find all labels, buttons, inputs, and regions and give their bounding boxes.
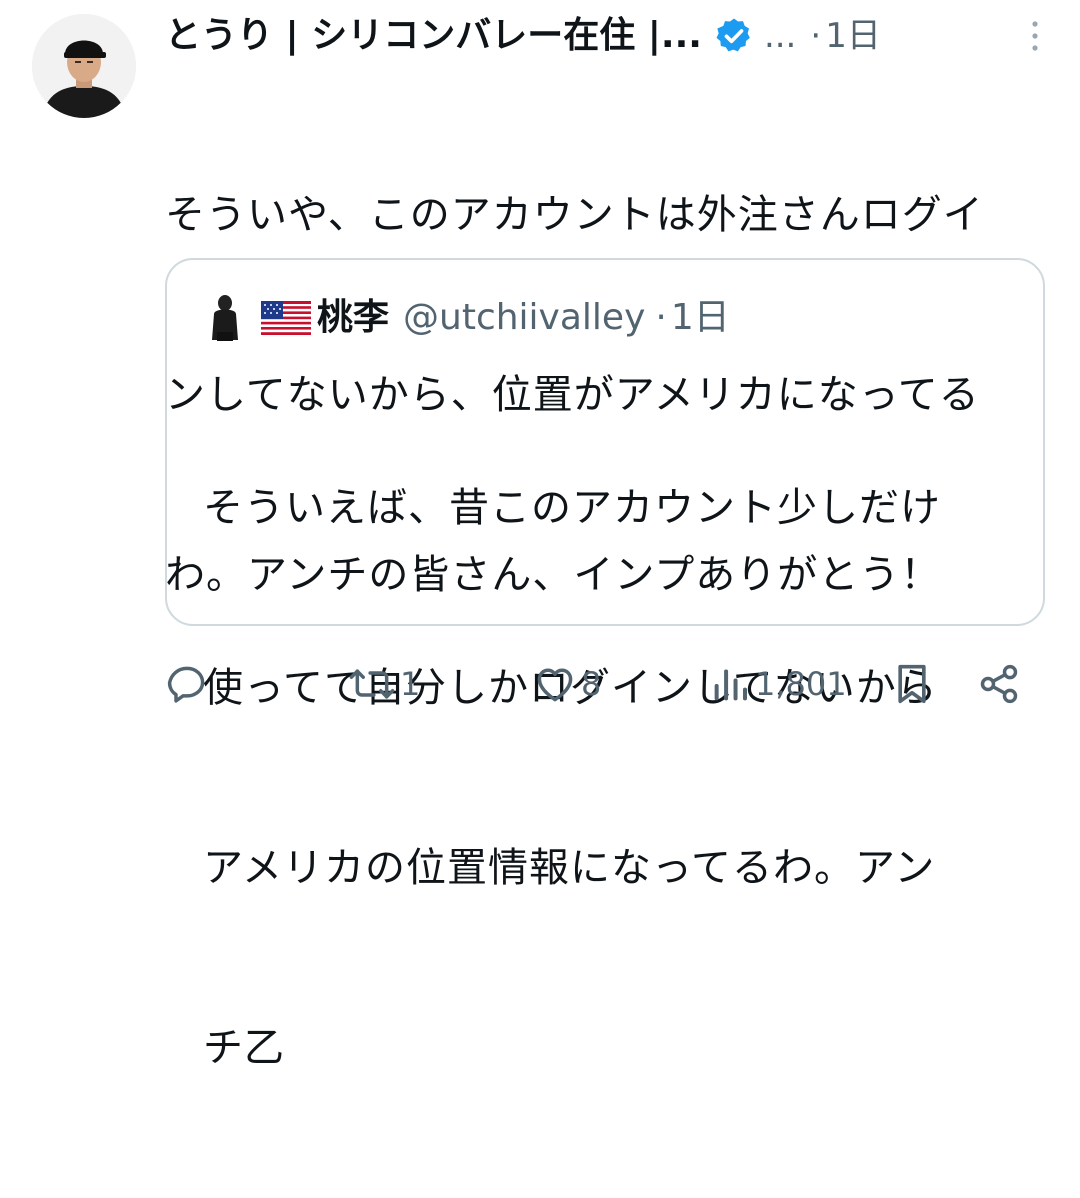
quote-time[interactable]: 1日 — [671, 294, 730, 342]
quote-text-line: そういえば、昔このアカウント少しだけ — [203, 485, 941, 531]
share-icon — [980, 664, 1018, 704]
quote-time-separator: · — [655, 297, 667, 338]
heart-icon — [537, 668, 573, 702]
bookmark-icon — [898, 664, 926, 704]
like-button[interactable]: 8 — [533, 654, 601, 714]
user-avatar-icon — [32, 14, 136, 118]
quote-author-handle[interactable]: @utchiivalley — [403, 294, 645, 342]
tweet-header: とうり | シリコンバレー在住 |... ... · 1日 — [165, 12, 1045, 60]
tweet-text-line: そういや、このアカウントは外注さんログイ — [165, 192, 984, 238]
views-count: 1,801 — [755, 665, 847, 703]
tweet-time[interactable]: 1日 — [825, 12, 881, 60]
share-button[interactable] — [977, 654, 1021, 714]
retweet-count: 1 — [400, 665, 421, 703]
views-chart-icon — [714, 669, 747, 701]
quote-header: 桃李 @utchiivalley · 1日 — [207, 294, 730, 342]
reply-icon — [167, 666, 205, 703]
retweet-button[interactable]: 1 — [348, 654, 420, 714]
quote-author-name[interactable]: 桃李 — [317, 294, 389, 342]
like-count: 8 — [581, 665, 602, 703]
quote-text-line: チ乙 — [203, 1025, 285, 1071]
us-flag-icon — [261, 301, 311, 335]
author-name[interactable]: とうり | シリコンバレー在住 |... — [165, 12, 702, 60]
verified-badge-icon[interactable] — [714, 16, 754, 56]
reply-button[interactable] — [165, 654, 209, 714]
author-avatar[interactable] — [32, 14, 136, 118]
time-separator: · — [810, 16, 822, 56]
quote-text-line: アメリカの位置情報になってるわ。アン — [203, 845, 936, 891]
bookmark-button[interactable] — [892, 654, 932, 714]
retweet-icon — [349, 669, 395, 699]
quote-text: そういえば、昔このアカウント少しだけ 使ってて自分しかログインしてないから アメ… — [203, 358, 1003, 1198]
quote-avatar-icon[interactable] — [207, 294, 243, 342]
tweet-action-bar: 1 8 1,801 — [165, 654, 1045, 714]
author-handle[interactable]: ... — [764, 12, 796, 60]
more-vertical-icon[interactable] — [1025, 18, 1045, 54]
views-button[interactable]: 1,801 — [711, 654, 847, 714]
quote-tweet-card[interactable]: 桃李 @utchiivalley · 1日 そういえば、昔このアカウント少しだけ… — [165, 258, 1045, 1071]
